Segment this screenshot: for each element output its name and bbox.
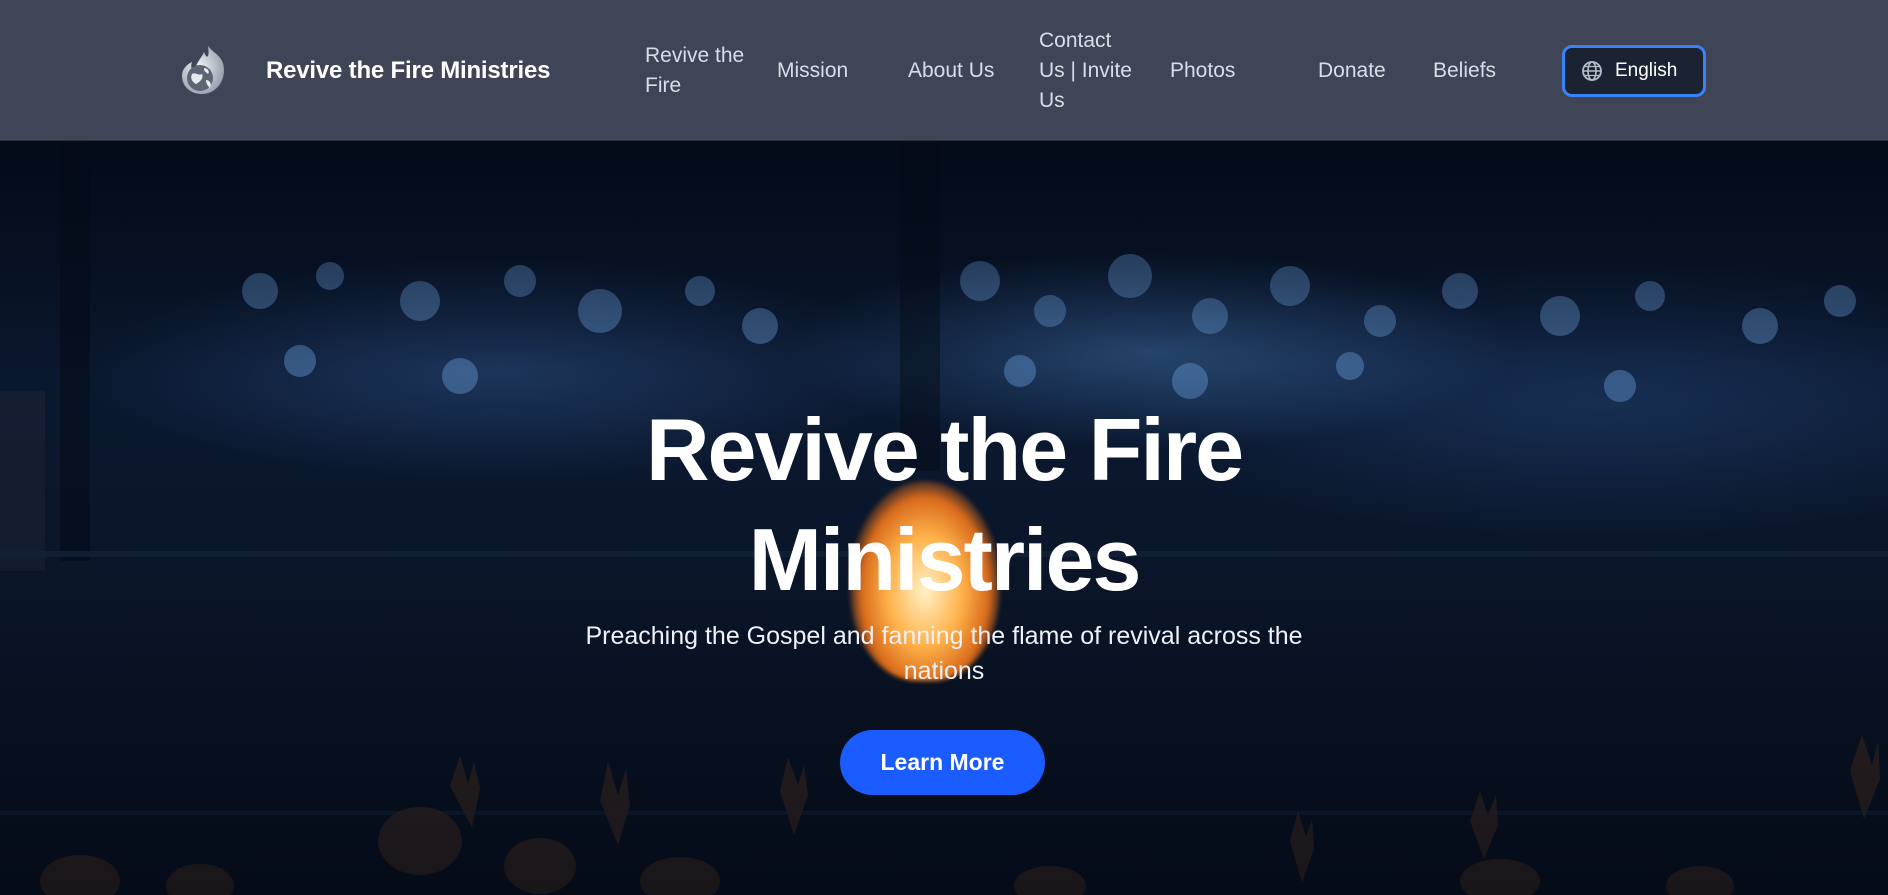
hero-subtitle-line: Preaching the Gospel and fanning the fla… [585,622,1303,650]
hero-section: Revive the Fire Ministries Preaching the… [0,141,1888,895]
nav-label-line: Us [1039,89,1065,112]
language-select-button[interactable]: English [1562,45,1706,97]
hero-subtitle: Preaching the Gospel and fanning the fla… [544,619,1344,689]
learn-more-button[interactable]: Learn More [840,730,1045,795]
hero-title: Revive the Fire Ministries [444,395,1444,615]
nav-mission[interactable]: Mission [777,56,848,86]
nav-label-line: About Us [908,59,995,82]
site-header: Revive the Fire Ministries Revive the Fi… [0,0,1888,141]
nav-label-line: Beliefs [1433,59,1497,82]
globe-icon [1582,61,1602,81]
language-label: English [1615,60,1678,81]
nav-label-line: Fire [645,74,682,97]
nav-contact-invite[interactable]: Contact Us | Invite Us [1039,26,1132,116]
hero-title-line: Revive the Fire [645,400,1244,499]
nav-label-line: Photos [1170,59,1236,82]
nav-label-line: Revive the [645,44,745,67]
flame-globe-logo-icon [182,46,224,94]
brand-name: Revive the Fire Ministries [266,57,551,84]
nav-beliefs[interactable]: Beliefs [1433,56,1496,86]
hero-title-line: Ministries [748,510,1142,609]
nav-about-us[interactable]: About Us [908,56,994,86]
nav-revive-the-fire[interactable]: Revive the Fire [645,41,744,101]
nav-label-line: Us | Invite [1039,59,1132,82]
nav-photos[interactable]: Photos [1170,56,1235,86]
nav-donate[interactable]: Donate [1318,56,1386,86]
nav-label-line: Mission [777,59,849,82]
hero-subtitle-line: nations [903,657,985,685]
brand-home-link[interactable]: Revive the Fire Ministries [180,44,550,98]
nav-label-line: Donate [1318,59,1386,82]
nav-label-line: Contact [1039,29,1112,52]
